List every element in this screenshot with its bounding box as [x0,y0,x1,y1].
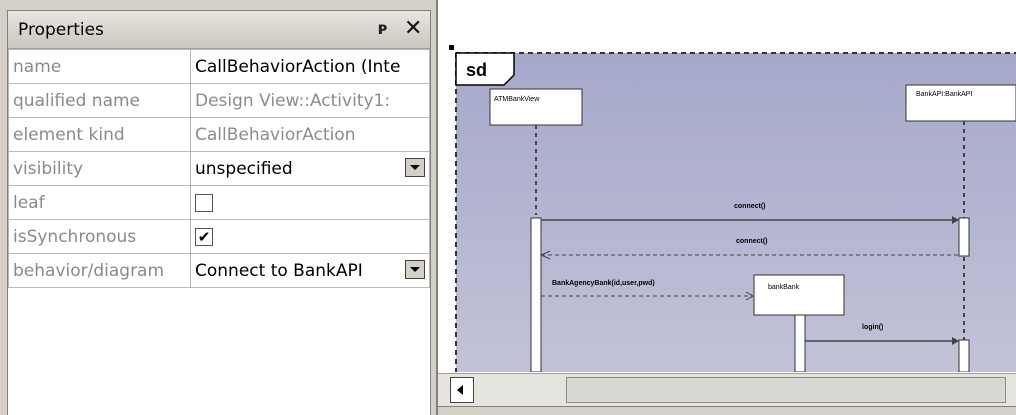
selection-handle[interactable] [449,45,454,50]
property-row-issynchronous: isSynchronous ✔ [8,219,430,254]
properties-panel: Properties ᴩ ✕ name CallBehaviorAction (… [0,0,436,415]
diagram-canvas[interactable]: sd ATMBankView BankAPI:BankAPI connect()… [438,0,1016,372]
property-row-qualified-name: qualified name Design View::Activity1: [8,83,430,118]
scroll-left-icon[interactable] [450,377,474,403]
visibility-value: unspecified [195,158,293,179]
property-value-qualified-name: Design View::Activity1: [190,83,430,118]
properties-frame: Properties ᴩ ✕ name CallBehaviorAction (… [7,10,431,415]
properties-table: name CallBehaviorAction (Inte qualified … [8,49,430,288]
property-value-element-kind: CallBehaviorAction [190,117,430,152]
activation-bar[interactable] [958,339,970,372]
message-label: BankAgencyBank(id,user,pwd) [552,280,655,287]
lifeline-label: bankBank [768,284,800,291]
property-key: element kind [8,117,191,152]
message-label: connect() [734,203,766,210]
chevron-down-icon[interactable] [405,158,425,177]
property-row-leaf: leaf [8,185,430,220]
close-icon[interactable]: ✕ [404,16,422,41]
lifeline-label: ATMBankView [494,96,540,103]
property-key: qualified name [8,83,191,118]
lifeline-head[interactable] [489,88,583,126]
issynchronous-checkbox[interactable]: ✔ [195,227,213,246]
property-key: behavior/diagram [8,253,191,288]
property-key: isSynchronous [8,219,191,254]
property-row-element-kind: element kind CallBehaviorAction [8,117,430,152]
lifeline-label: BankAPI:BankAPI [916,91,972,98]
scrollbar-thumb[interactable] [566,377,1006,403]
property-row-visibility: visibility unspecified [8,151,430,186]
property-key: visibility [8,151,191,186]
horizontal-scrollbar[interactable] [438,373,1016,406]
sequence-diagram: sd ATMBankView BankAPI:BankAPI connect()… [449,45,1016,372]
leaf-cell [190,185,430,220]
message-label: login() [862,324,883,331]
activation-bar[interactable] [958,217,970,257]
property-value-name[interactable]: CallBehaviorAction (Inte [190,49,430,84]
visibility-select[interactable]: unspecified [190,151,430,186]
diagram-pane: sd ATMBankView BankAPI:BankAPI connect()… [436,0,1016,415]
behavior-diagram-value: Connect to BankAPI [195,260,363,281]
property-row-name: name CallBehaviorAction (Inte [8,49,430,84]
pin-icon[interactable]: ᴩ [378,19,387,39]
property-key: leaf [8,185,191,220]
chevron-down-icon[interactable] [405,260,425,279]
behavior-diagram-select[interactable]: Connect to BankAPI [190,253,430,288]
properties-titlebar: Properties ᴩ ✕ [8,11,430,49]
pane-bottom-edge [438,406,1016,415]
property-row-behavior-diagram: behavior/diagram Connect to BankAPI [8,253,430,288]
issynchronous-cell: ✔ [190,219,430,254]
leaf-checkbox[interactable] [195,193,213,212]
activation-bar[interactable] [794,314,806,372]
message-label: connect() [736,238,768,245]
property-key: name [8,49,191,84]
activation-bar[interactable] [530,217,542,372]
panel-title: Properties [18,20,104,40]
lifeline-head[interactable] [753,274,845,316]
frame-label: sd [466,60,487,80]
